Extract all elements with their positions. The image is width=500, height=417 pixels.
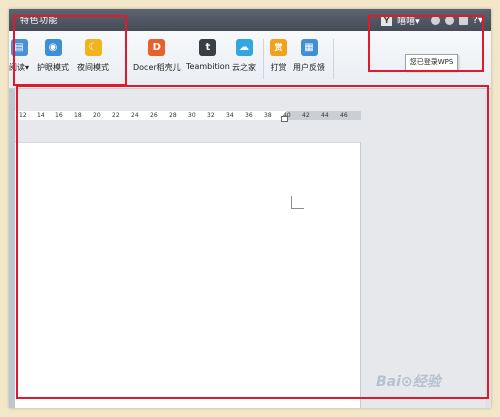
reward-icon: 赏 xyxy=(270,39,287,56)
reward-button[interactable]: 赏 打赏 xyxy=(270,35,287,73)
teambition-icon: t xyxy=(199,39,217,56)
feedback-icon: ▦ xyxy=(300,39,318,56)
docer-icon: D xyxy=(148,39,166,56)
feedback-button[interactable]: ▦ 用户反馈 xyxy=(293,35,325,73)
teambition-button[interactable]: t Teambition xyxy=(186,35,230,71)
highlight-box-document xyxy=(16,85,489,399)
separator xyxy=(263,39,264,79)
docer-button[interactable]: D Docer稻壳儿 xyxy=(133,35,181,73)
separator xyxy=(333,39,334,79)
watermark: Bai⊙经验 xyxy=(376,374,441,390)
cloud-home-icon: ☁ xyxy=(235,39,253,56)
highlight-box-left xyxy=(13,15,127,86)
highlight-box-right xyxy=(368,15,484,72)
cloud-home-button[interactable]: ☁ 云之家 xyxy=(232,35,256,73)
